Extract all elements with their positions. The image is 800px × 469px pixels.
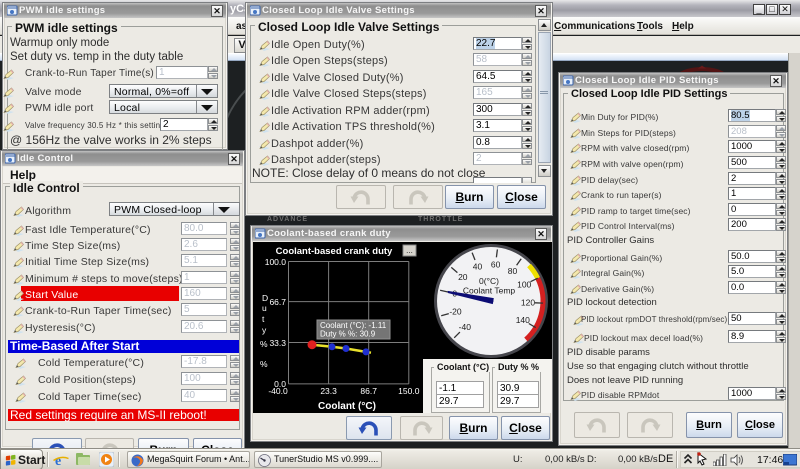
svg-text:Coolant (°C): Coolant (°C): [318, 401, 376, 412]
svg-text:86.7: 86.7: [360, 386, 377, 396]
svg-text:23.3: 23.3: [320, 386, 337, 396]
svg-text:Coolant Temp: Coolant Temp: [463, 286, 516, 296]
svg-text:...: ...: [406, 246, 413, 255]
svg-text:100.0: 100.0: [265, 257, 287, 267]
svg-text:-40.0: -40.0: [268, 386, 288, 396]
svg-text:60: 60: [491, 259, 501, 269]
svg-text:0(°C): 0(°C): [479, 276, 499, 286]
svg-text:40: 40: [473, 262, 483, 272]
svg-text:140: 140: [516, 315, 530, 325]
svg-text:20: 20: [458, 272, 468, 282]
svg-text:y: y: [262, 325, 267, 335]
svg-text:150.0: 150.0: [398, 386, 420, 396]
svg-text:80: 80: [508, 266, 518, 276]
svg-text:-40: -40: [459, 322, 472, 332]
svg-text:u: u: [262, 303, 267, 313]
svg-text:%: %: [260, 339, 268, 349]
svg-text:D: D: [262, 293, 268, 303]
svg-text:e: e: [55, 454, 61, 467]
svg-text:t: t: [262, 314, 265, 324]
svg-text:100: 100: [517, 280, 531, 290]
svg-text:Duty % %: 30.9: Duty % %: 30.9: [320, 330, 376, 339]
svg-text:120: 120: [521, 298, 535, 308]
svg-text:-20: -20: [449, 307, 462, 317]
svg-text:Coolant-based crank duty: Coolant-based crank duty: [276, 246, 393, 257]
svg-text:66.7: 66.7: [269, 297, 286, 307]
svg-text:%: %: [260, 359, 268, 369]
svg-text:33.3: 33.3: [269, 338, 286, 348]
